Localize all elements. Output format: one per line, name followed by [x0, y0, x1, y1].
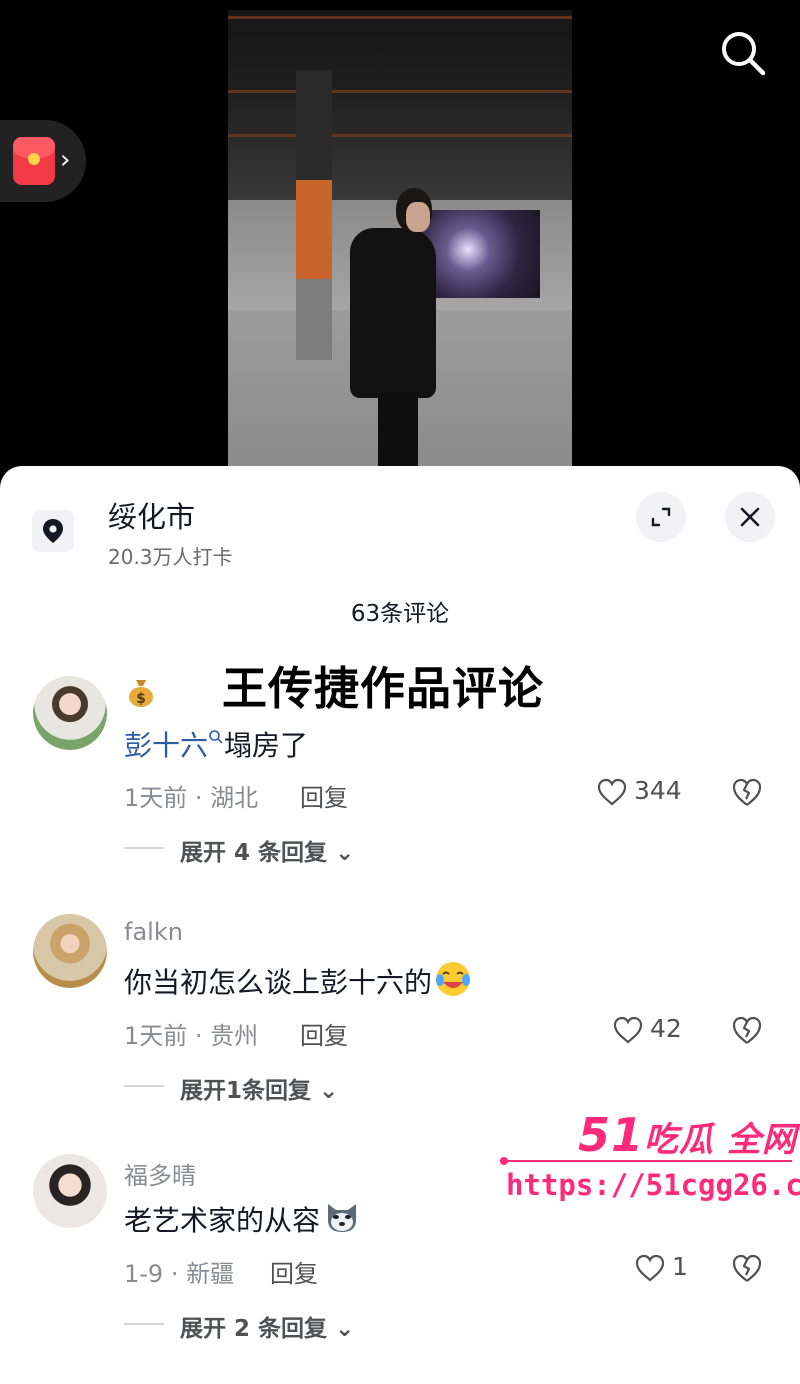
avatar[interactable]	[33, 914, 107, 988]
location-name[interactable]: 绥化市	[108, 494, 195, 536]
expand-replies-label: 展开1条回复	[180, 1078, 312, 1104]
location-pin-icon	[32, 510, 74, 552]
search-icon[interactable]	[718, 28, 768, 78]
broken-heart-icon	[732, 1254, 762, 1282]
avatar[interactable]	[33, 676, 107, 750]
reply-button[interactable]: 回复	[270, 1254, 318, 1289]
avatar[interactable]	[33, 1154, 107, 1228]
ceiling-beam	[228, 90, 572, 93]
chevron-down-icon: ⌄	[335, 840, 355, 866]
laughing-crying-emoji-icon	[436, 962, 471, 996]
comment-meta: 1-9 · 新疆	[124, 1260, 235, 1288]
video-frame	[228, 10, 572, 470]
site-watermark: 51吃瓜 全网首发 https://51cgg26.com	[500, 1108, 800, 1218]
overlay-caption: 王传捷作品评论	[222, 662, 545, 715]
svg-text:$: $	[136, 691, 146, 707]
divider	[124, 847, 164, 849]
close-icon	[740, 507, 760, 527]
watermark-rule	[500, 1157, 792, 1165]
chevron-down-icon: ⌄	[319, 1078, 339, 1104]
username[interactable]: 福多晴	[124, 1156, 196, 1191]
wall-poster	[420, 210, 540, 298]
chevron-right-icon: ›	[60, 145, 71, 175]
divider	[124, 1323, 164, 1325]
money-bag-icon: $	[126, 676, 156, 708]
comment-sheet: 绥化市 20.3万人打卡 63条评论 王传捷作品评论 $ 彭十六 塌房了 1天前 …	[0, 466, 800, 1384]
ceiling-beam	[228, 134, 572, 137]
broken-heart-icon	[732, 778, 762, 806]
comment-meta: 1天前 · 湖北	[124, 784, 259, 812]
like-button[interactable]: 42	[612, 1014, 696, 1048]
ceiling-beam	[228, 16, 572, 19]
expand-replies-label: 展开 4 条回复	[180, 840, 328, 866]
like-button[interactable]: 344	[596, 776, 696, 810]
red-packet-icon	[13, 137, 55, 185]
comment-meta: 1天前 · 贵州	[124, 1022, 259, 1050]
comment-body: 塌房了	[224, 729, 309, 762]
like-count: 1	[672, 1252, 688, 1281]
heart-icon	[635, 1254, 665, 1282]
watermark-brand: 51吃瓜 全网首发	[578, 1108, 800, 1162]
heart-icon	[597, 778, 627, 806]
heart-icon	[613, 1016, 643, 1044]
comment-count-title: 63条评论	[350, 601, 450, 627]
orange-pillar	[296, 70, 332, 360]
close-button[interactable]	[725, 492, 775, 542]
red-packet-button[interactable]: ›	[0, 120, 86, 202]
chevron-down-icon: ⌄	[335, 1316, 355, 1342]
divider	[124, 1085, 164, 1087]
like-count: 344	[634, 776, 682, 805]
like-count: 42	[650, 1014, 682, 1043]
reply-button[interactable]: 回复	[300, 778, 348, 813]
comment-body: 老艺术家的从容	[124, 1204, 321, 1237]
like-button[interactable]: 1	[634, 1252, 696, 1286]
comment-text: 老艺术家的从容	[124, 1198, 362, 1239]
expand-icon	[651, 507, 671, 527]
comment-text: 彭十六 塌房了	[124, 724, 308, 764]
man-in-leather-jacket	[348, 188, 438, 470]
video-player[interactable]: ›	[0, 0, 800, 470]
watermark-url: https://51cgg26.com	[506, 1168, 800, 1202]
reply-button[interactable]: 回复	[300, 1016, 348, 1051]
dislike-button[interactable]	[730, 1252, 764, 1286]
broken-heart-icon	[732, 1016, 762, 1044]
comment-body: 你当初怎么谈上彭十六的	[124, 966, 433, 999]
location-checkins: 20.3万人打卡	[108, 545, 233, 569]
search-icon	[209, 730, 223, 744]
husky-emoji-icon	[328, 1204, 357, 1232]
expand-button[interactable]	[636, 492, 686, 542]
dislike-button[interactable]	[730, 1014, 764, 1048]
username[interactable]: falkn	[124, 918, 183, 946]
dislike-button[interactable]	[730, 776, 764, 810]
expand-replies-label: 展开 2 条回复	[180, 1316, 328, 1342]
mention-link[interactable]: 彭十六	[124, 729, 208, 762]
comment-text: 你当初怎么谈上彭十六的	[124, 960, 472, 1001]
